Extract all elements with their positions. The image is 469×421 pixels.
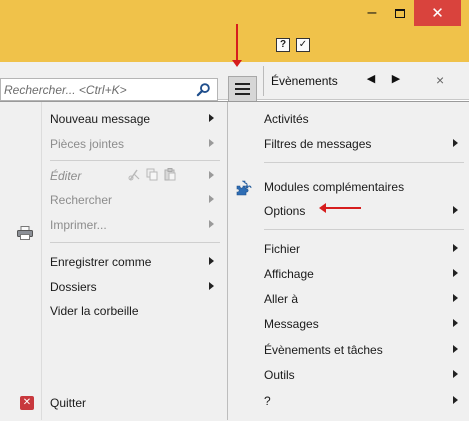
menu-item-aller-a[interactable]: Aller à: [264, 288, 464, 310]
paste-icon[interactable]: [164, 168, 176, 181]
menu-item-label: Modules complémentaires: [264, 180, 405, 194]
search-icon[interactable]: [196, 82, 211, 97]
menu-item-vider-la-corbeille[interactable]: Vider la corbeille: [50, 300, 220, 322]
annotation-arrow-left: [319, 203, 361, 213]
menu-item-label: Enregistrer comme: [50, 255, 152, 269]
chevron-right-icon: [453, 139, 458, 147]
menu-item-options[interactable]: Options: [264, 200, 464, 222]
chevron-right-icon: [453, 345, 458, 353]
chevron-right-icon: [453, 244, 458, 252]
app-menu-panel: Nouveau message Pièces jointes Éditer Re…: [0, 101, 469, 421]
next-arrow-icon[interactable]: ▶: [389, 72, 403, 88]
menu-right-column: Activités Filtres de messages Modules co…: [227, 102, 469, 420]
menu-item-fichier[interactable]: Fichier: [264, 238, 464, 260]
annotation-arrow-down: [232, 24, 242, 67]
menu-item-messages[interactable]: Messages: [264, 313, 464, 335]
menu-item-activites[interactable]: Activités: [264, 108, 464, 130]
search-input[interactable]: [1, 79, 186, 100]
menu-item-modules-complementaires[interactable]: Modules complémentaires: [264, 176, 464, 198]
menu-separator: [50, 160, 220, 161]
menu-item-evenements-et-taches[interactable]: Évènements et tâches: [264, 339, 464, 361]
tab-label: Évènements: [271, 74, 338, 88]
menu-item-pieces-jointes[interactable]: Pièces jointes: [50, 133, 220, 155]
maximize-icon: [395, 8, 405, 18]
menu-item-filtres-de-messages[interactable]: Filtres de messages: [264, 133, 464, 155]
menu-item-label: Outils: [264, 368, 295, 382]
calendar-check-icon[interactable]: ✓: [296, 38, 310, 52]
chevron-right-icon: [453, 319, 458, 327]
menu-item-label: Affichage: [264, 267, 314, 281]
menu-item-label: Options: [264, 204, 306, 218]
menu-item-label: Vider la corbeille: [50, 304, 139, 318]
menu-item-affichage[interactable]: Affichage: [264, 263, 464, 285]
menu-item-label: Activités: [264, 112, 309, 126]
close-icon: ✕: [431, 5, 444, 22]
menu-item-quitter[interactable]: Quitter: [50, 392, 220, 414]
menu-item-enregistrer-comme[interactable]: Enregistrer comme: [50, 251, 220, 273]
menu-item-label: Filtres de messages: [264, 137, 372, 151]
chevron-right-icon: [209, 282, 214, 290]
menu-item-label: Nouveau message: [50, 112, 151, 126]
menu-icon-bar: [235, 88, 250, 90]
menu-item-nouveau-message[interactable]: Nouveau message: [50, 108, 220, 130]
menu-item-label: Rechercher: [50, 193, 113, 207]
chevron-right-icon: [453, 396, 458, 404]
menu-icon-bar: [235, 93, 250, 95]
printer-icon: [17, 226, 33, 240]
menu-item-label: Imprimer...: [50, 218, 107, 232]
minimize-button[interactable]: –: [357, 0, 387, 26]
minimize-icon: –: [367, 4, 377, 21]
chevron-right-icon: [453, 269, 458, 277]
close-tab-icon[interactable]: ×: [436, 72, 444, 88]
menu-item-outils[interactable]: Outils: [264, 364, 464, 386]
chevron-right-icon: [209, 114, 214, 122]
chevron-right-icon: [209, 139, 214, 147]
close-window-button[interactable]: ✕: [414, 0, 461, 26]
menu-item-label: Messages: [264, 317, 319, 331]
quit-icon: ✕: [20, 396, 34, 410]
menu-item-label: Quitter: [50, 396, 87, 410]
menu-item-imprimer[interactable]: Imprimer...: [50, 214, 220, 236]
menu-left-column: Nouveau message Pièces jointes Éditer Re…: [0, 102, 226, 420]
menu-item-label: Dossiers: [50, 280, 97, 294]
maximize-button[interactable]: [385, 0, 415, 26]
previous-arrow-icon[interactable]: ◀: [364, 72, 378, 88]
chevron-right-icon: [209, 171, 214, 179]
menu-item-label: Fichier: [264, 242, 301, 256]
copy-icon[interactable]: [146, 168, 158, 181]
menu-item-rechercher[interactable]: Rechercher: [50, 189, 220, 211]
menu-item-label: ?: [264, 394, 271, 408]
menu-separator: [264, 229, 464, 230]
menu-item-label: Éditer: [50, 169, 82, 183]
chevron-right-icon: [209, 195, 214, 203]
menu-item-label: Pièces jointes: [50, 137, 125, 151]
tasks-toolbar-icon[interactable]: ?: [276, 38, 290, 52]
chevron-right-icon: [453, 294, 458, 302]
title-bar: – ✕ ? ✓: [0, 0, 469, 62]
chevron-right-icon: [453, 370, 458, 378]
chevron-right-icon: [453, 206, 458, 214]
events-tab[interactable]: Évènements ◀ ▶ ×: [263, 66, 469, 96]
menu-item-label: Aller à: [264, 292, 299, 306]
menu-item-dossiers[interactable]: Dossiers: [50, 276, 220, 298]
menu-icon-bar: [235, 83, 250, 85]
menu-item-label: Évènements et tâches: [264, 343, 383, 357]
chevron-right-icon: [209, 257, 214, 265]
cut-icon[interactable]: [128, 168, 140, 181]
puzzle-piece-icon: [236, 180, 252, 196]
edit-icons: [128, 168, 176, 181]
chevron-right-icon: [209, 220, 214, 228]
menu-item-aide[interactable]: ?: [264, 390, 464, 412]
menu-separator: [50, 242, 220, 243]
search-box[interactable]: [0, 78, 218, 101]
menu-separator: [264, 162, 464, 163]
app-menu-button[interactable]: [228, 76, 257, 102]
